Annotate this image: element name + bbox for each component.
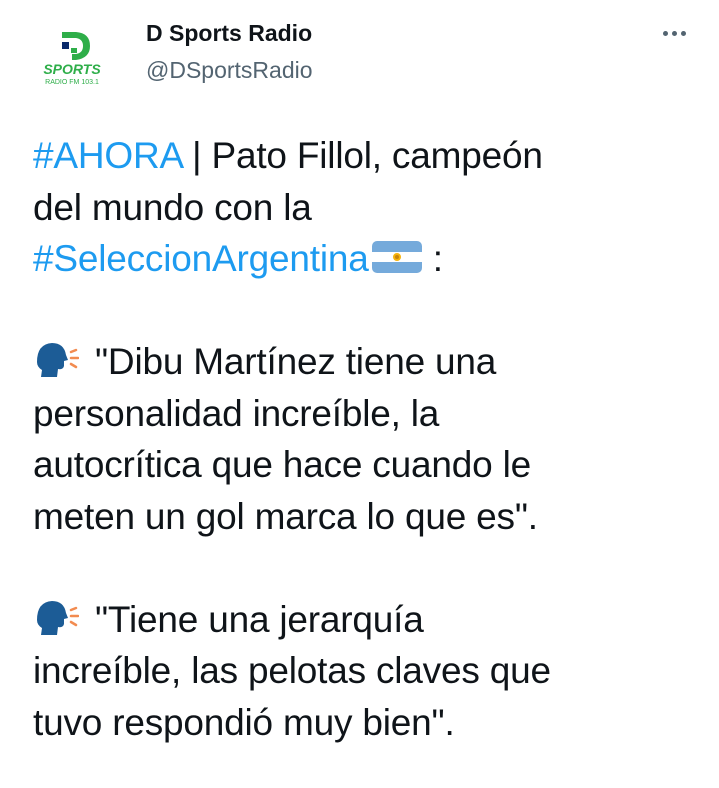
hashtag-seleccion-argentina[interactable]: #SeleccionArgentina xyxy=(33,238,369,279)
hashtag-ahora[interactable]: #AHORA xyxy=(33,135,182,176)
speaking-head-icon xyxy=(33,340,80,380)
tweet-text: #AHORA | Pato Fillol, campeón del mundo … xyxy=(33,130,693,748)
tweet-header: SPORTS RADIO FM 103.1 D Sports Radio @DS… xyxy=(0,0,719,110)
quote-2-line: increíble, las pelotas claves que xyxy=(33,650,551,691)
tweet-line: #SeleccionArgentina : xyxy=(33,233,693,285)
quote-1-line: autocrítica que hace cuando le xyxy=(33,444,531,485)
tweet-line: #AHORA | Pato Fillol, campeón xyxy=(33,130,693,182)
avatar-brand: SPORTS xyxy=(43,61,101,77)
author-name[interactable]: D Sports Radio xyxy=(146,18,313,48)
dsports-logo: SPORTS RADIO FM 103.1 xyxy=(43,32,101,86)
tweet-line: tuvo respondió muy bien". xyxy=(33,697,693,749)
tweet-text-segment: | Pato Fillol, campeón xyxy=(181,135,543,176)
tweet-text-segment: : xyxy=(422,238,443,279)
tweet-line: del mundo con la xyxy=(33,182,693,234)
argentina-flag-icon xyxy=(371,237,423,273)
quote-1-line: "Dibu Martínez tiene una xyxy=(95,341,497,382)
tweet-line: "Dibu Martínez tiene una xyxy=(33,336,693,388)
tweet-text-segment: del mundo con la xyxy=(33,186,312,228)
author-handle[interactable]: @DSportsRadio xyxy=(146,55,313,85)
more-horizontal-icon[interactable] xyxy=(654,18,694,48)
author-block: D Sports Radio @DSportsRadio xyxy=(146,18,313,85)
speaking-head-icon xyxy=(33,598,80,638)
tweet-line: meten un gol marca lo que es". xyxy=(33,491,693,543)
tweet-line: increíble, las pelotas claves que xyxy=(33,645,693,697)
tweet-line: personalidad increíble, la xyxy=(33,388,693,440)
quote-1-line: meten un gol marca lo que es". xyxy=(33,495,538,537)
avatar-sub: RADIO FM 103.1 xyxy=(45,79,99,86)
quote-2-line: tuvo respondió muy bien". xyxy=(33,701,455,743)
tweet-line: "Tiene una jerarquía xyxy=(33,594,693,646)
quote-2-line: "Tiene una jerarquía xyxy=(95,598,424,640)
avatar[interactable]: SPORTS RADIO FM 103.1 xyxy=(32,22,112,102)
quote-1-line: personalidad increíble, la xyxy=(33,392,440,434)
tweet-line: autocrítica que hace cuando le xyxy=(33,439,693,491)
